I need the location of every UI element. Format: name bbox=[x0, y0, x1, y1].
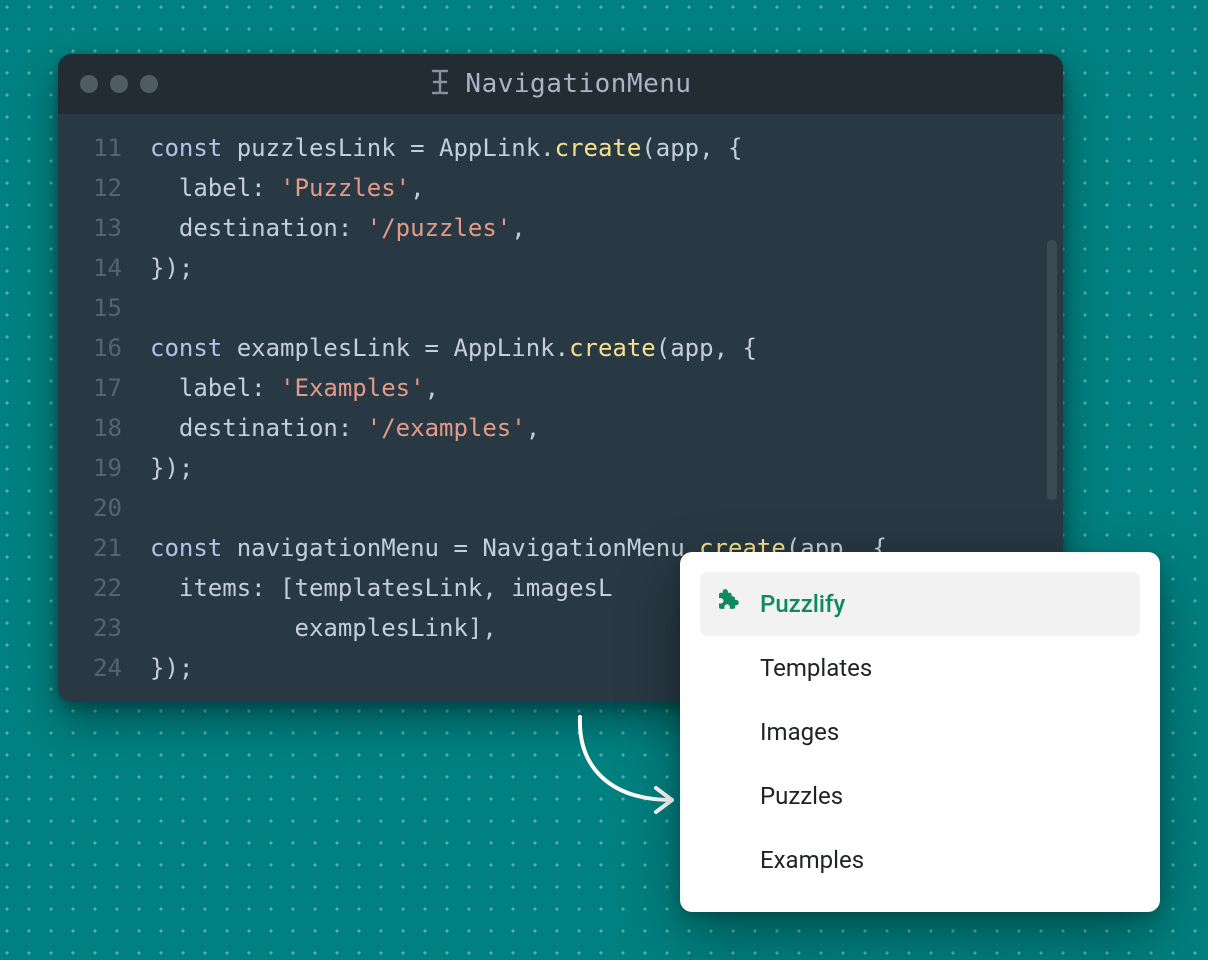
code-line[interactable]: }); bbox=[150, 248, 887, 288]
window-controls bbox=[80, 75, 158, 93]
line-number: 23 bbox=[68, 608, 122, 648]
code-line[interactable]: label: 'Examples', bbox=[150, 368, 887, 408]
line-number: 15 bbox=[68, 288, 122, 328]
menu-item-label: Templates bbox=[760, 654, 872, 682]
line-number: 11 bbox=[68, 128, 122, 168]
code-line[interactable] bbox=[150, 288, 887, 328]
menu-item-label: Puzzlify bbox=[760, 590, 845, 618]
code-line[interactable]: const puzzlesLink = AppLink.create(app, … bbox=[150, 128, 887, 168]
arrow-icon bbox=[560, 712, 690, 822]
menu-item-puzzlify[interactable]: Puzzlify bbox=[700, 572, 1140, 636]
titlebar: NavigationMenu bbox=[58, 54, 1063, 114]
menu-item-label: Puzzles bbox=[760, 782, 843, 810]
code-line[interactable]: }); bbox=[150, 448, 887, 488]
title-group: NavigationMenu bbox=[58, 69, 1063, 100]
line-number: 18 bbox=[68, 408, 122, 448]
window-minimize-icon[interactable] bbox=[110, 75, 128, 93]
line-number: 19 bbox=[68, 448, 122, 488]
code-line[interactable]: label: 'Puzzles', bbox=[150, 168, 887, 208]
line-number: 13 bbox=[68, 208, 122, 248]
menu-item-images[interactable]: Images bbox=[700, 700, 1140, 764]
menu-item-puzzles[interactable]: Puzzles bbox=[700, 764, 1140, 828]
line-number: 21 bbox=[68, 528, 122, 568]
line-number: 16 bbox=[68, 328, 122, 368]
menu-item-templates[interactable]: Templates bbox=[700, 636, 1140, 700]
code-line[interactable] bbox=[150, 488, 887, 528]
menu-item-label: Images bbox=[760, 718, 839, 746]
puzzle-icon bbox=[718, 589, 742, 619]
code-line[interactable]: destination: '/puzzles', bbox=[150, 208, 887, 248]
navigation-menu-popover: Puzzlify Templates Images Puzzles Examples bbox=[680, 552, 1160, 912]
line-number: 24 bbox=[68, 648, 122, 688]
window-close-icon[interactable] bbox=[80, 75, 98, 93]
line-number: 22 bbox=[68, 568, 122, 608]
window-title: NavigationMenu bbox=[465, 69, 691, 99]
text-cursor-icon bbox=[429, 69, 451, 100]
line-number: 12 bbox=[68, 168, 122, 208]
code-line[interactable]: destination: '/examples', bbox=[150, 408, 887, 448]
line-number: 17 bbox=[68, 368, 122, 408]
menu-item-examples[interactable]: Examples bbox=[700, 828, 1140, 892]
code-line[interactable]: const examplesLink = AppLink.create(app,… bbox=[150, 328, 887, 368]
scrollbar-thumb[interactable] bbox=[1047, 240, 1057, 500]
line-number: 20 bbox=[68, 488, 122, 528]
window-zoom-icon[interactable] bbox=[140, 75, 158, 93]
line-number-gutter: 1112131415161718192021222324 bbox=[68, 128, 128, 702]
line-number: 14 bbox=[68, 248, 122, 288]
menu-item-label: Examples bbox=[760, 846, 864, 874]
